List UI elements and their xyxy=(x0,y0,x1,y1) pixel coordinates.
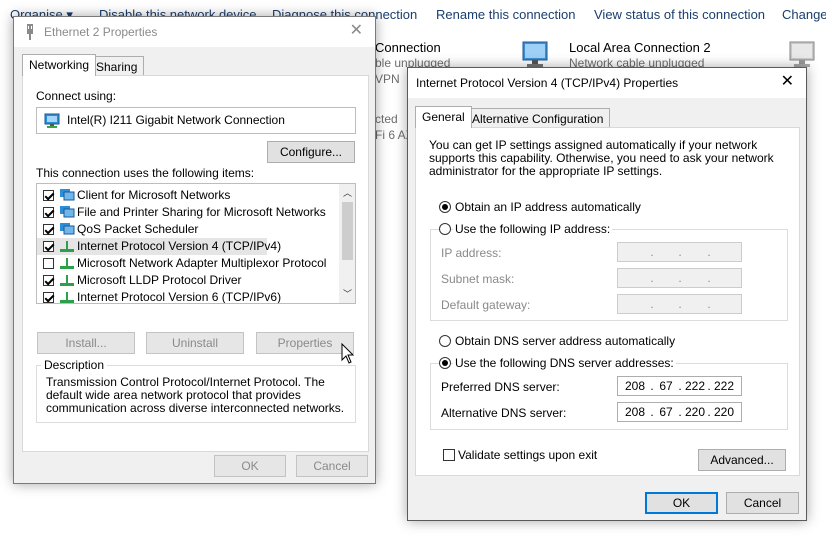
network-adapter-icon xyxy=(44,113,60,128)
default-gateway-label: Default gateway: xyxy=(441,298,531,312)
network-adapter-icon[interactable] xyxy=(784,40,818,70)
obtain-ip-auto-label[interactable]: Obtain an IP address automatically xyxy=(455,200,641,214)
item-label: Client for Microsoft Networks xyxy=(77,188,231,202)
item-checkbox[interactable] xyxy=(43,190,54,201)
cancel-button[interactable]: Cancel xyxy=(296,455,368,477)
use-following-dns-label[interactable]: Use the following DNS server addresses: xyxy=(453,356,676,370)
ip-address-label: IP address: xyxy=(441,246,502,260)
item-label: Microsoft LLDP Protocol Driver xyxy=(77,273,242,287)
change-settings-button[interactable]: Change xyxy=(782,7,826,22)
ipv4-properties-window: Internet Protocol Version 4 (TCP/IPv4) P… xyxy=(407,67,807,521)
item-checkbox[interactable] xyxy=(43,292,54,303)
list-item[interactable]: Internet Protocol Version 6 (TCP/IPv6) xyxy=(37,289,337,304)
qos-icon xyxy=(60,223,75,235)
mouse-cursor-icon xyxy=(341,343,355,364)
item-label: Internet Protocol Version 6 (TCP/IPv6) xyxy=(77,290,282,304)
list-item[interactable]: Microsoft Network Adapter Multiplexor Pr… xyxy=(37,255,337,272)
item-checkbox[interactable] xyxy=(43,258,54,269)
use-following-ip-label[interactable]: Use the following IP address: xyxy=(453,222,613,236)
list-item[interactable]: File and Printer Sharing for Microsoft N… xyxy=(37,204,337,221)
ok-button[interactable]: OK xyxy=(214,455,286,477)
client-network-icon xyxy=(60,189,75,201)
validate-settings-label[interactable]: Validate settings upon exit xyxy=(458,448,597,462)
tab-networking[interactable]: Networking xyxy=(22,54,97,76)
tab-general[interactable]: General xyxy=(415,106,472,128)
close-icon[interactable]: ✕ xyxy=(350,23,363,39)
close-icon[interactable]: ✕ xyxy=(781,74,794,90)
list-scrollbar[interactable]: ︿ ﹀ xyxy=(339,184,355,303)
subnet-mask-field[interactable]: ... xyxy=(617,268,742,288)
ethernet-properties-window: Ethernet 2 Properties ✕ Networking Shari… xyxy=(13,16,376,484)
use-following-dns-radio[interactable] xyxy=(439,357,451,369)
adapter-display: Intel(R) I211 Gigabit Network Connection xyxy=(36,107,356,134)
network-adapter-icon[interactable] xyxy=(517,40,551,70)
item-label: QoS Packet Scheduler xyxy=(77,222,199,236)
install-button[interactable]: Install... xyxy=(37,332,135,354)
cancel-button[interactable]: Cancel xyxy=(726,492,799,514)
window-title: Internet Protocol Version 4 (TCP/IPv4) P… xyxy=(416,76,679,90)
list-item[interactable]: Microsoft LLDP Protocol Driver xyxy=(37,272,337,289)
obtain-dns-auto-label[interactable]: Obtain DNS server address automatically xyxy=(455,334,675,348)
chevron-up-icon[interactable]: ︿ xyxy=(343,186,352,199)
description-text: Transmission Control Protocol/Internet P… xyxy=(46,375,345,415)
ip-address-field[interactable]: ... xyxy=(617,242,742,262)
intro-text: You can get IP settings assigned automat… xyxy=(429,138,774,178)
description-label: Description xyxy=(41,358,108,372)
chevron-down-icon[interactable]: ﹀ xyxy=(343,287,352,300)
general-tab-panel: You can get IP settings assigned automat… xyxy=(415,127,800,476)
use-following-ip-radio[interactable] xyxy=(439,223,451,235)
item-checkbox[interactable] xyxy=(43,275,54,286)
items-label: This connection uses the following items… xyxy=(36,166,255,180)
window-title: Ethernet 2 Properties xyxy=(44,25,158,39)
item-label: Microsoft Network Adapter Multiplexor Pr… xyxy=(77,256,327,270)
item-checkbox[interactable] xyxy=(43,241,54,252)
file-sharing-icon xyxy=(60,206,75,218)
networking-tab-panel: Connect using: Intel(R) I211 Gigabit Net… xyxy=(22,75,369,452)
ok-button[interactable]: OK xyxy=(645,492,718,514)
components-list[interactable]: Client for Microsoft Networks File and P… xyxy=(36,183,356,304)
properties-button[interactable]: Properties xyxy=(256,332,354,354)
tab-sharing[interactable]: Sharing xyxy=(89,56,145,76)
advanced-button[interactable]: Advanced... xyxy=(698,449,786,471)
protocol-icon xyxy=(60,241,74,252)
default-gateway-field[interactable]: ... xyxy=(617,294,742,314)
adapter-name: Intel(R) I211 Gigabit Network Connection xyxy=(67,113,285,127)
title-bar: Ethernet 2 Properties ✕ xyxy=(14,17,375,47)
subnet-mask-label: Subnet mask: xyxy=(441,272,515,286)
obtain-dns-auto-radio[interactable] xyxy=(439,335,451,347)
obtain-ip-auto-radio[interactable] xyxy=(439,201,451,213)
protocol-icon xyxy=(60,258,74,269)
connect-using-label: Connect using: xyxy=(36,89,117,103)
bg-connection-title: Connection xyxy=(375,40,441,55)
view-status-button[interactable]: View status of this connection xyxy=(594,7,765,22)
alternative-dns-label: Alternative DNS server: xyxy=(441,406,567,420)
bg-connection-fragment: cted xyxy=(375,112,398,126)
alternative-dns-field[interactable]: 208. 67. 220. 220 xyxy=(617,402,742,422)
preferred-dns-label: Preferred DNS server: xyxy=(441,380,560,394)
protocol-icon xyxy=(60,292,74,303)
item-checkbox[interactable] xyxy=(43,224,54,235)
list-item-selected[interactable]: Internet Protocol Version 4 (TCP/IPv4) xyxy=(37,238,281,255)
validate-settings-checkbox[interactable] xyxy=(443,449,455,461)
bg-connection-title: Local Area Connection 2 xyxy=(569,40,711,55)
scrollbar-thumb[interactable] xyxy=(342,202,353,260)
protocol-icon xyxy=(60,275,74,286)
ethernet-icon xyxy=(27,24,33,40)
item-label: File and Printer Sharing for Microsoft N… xyxy=(77,205,326,219)
list-item[interactable]: QoS Packet Scheduler xyxy=(37,221,337,238)
list-item[interactable]: Client for Microsoft Networks xyxy=(37,187,337,204)
uninstall-button[interactable]: Uninstall xyxy=(146,332,244,354)
rename-connection-button[interactable]: Rename this connection xyxy=(436,7,575,22)
item-label: Internet Protocol Version 4 (TCP/IPv4) xyxy=(77,239,282,253)
configure-button[interactable]: Configure... xyxy=(267,141,355,163)
bg-connection-device: VPN xyxy=(375,72,400,86)
title-bar: Internet Protocol Version 4 (TCP/IPv4) P… xyxy=(408,68,806,98)
preferred-dns-field[interactable]: 208. 67. 222. 222 xyxy=(617,376,742,396)
item-checkbox[interactable] xyxy=(43,207,54,218)
tab-alternative-configuration[interactable]: Alternative Configuration xyxy=(465,108,611,128)
